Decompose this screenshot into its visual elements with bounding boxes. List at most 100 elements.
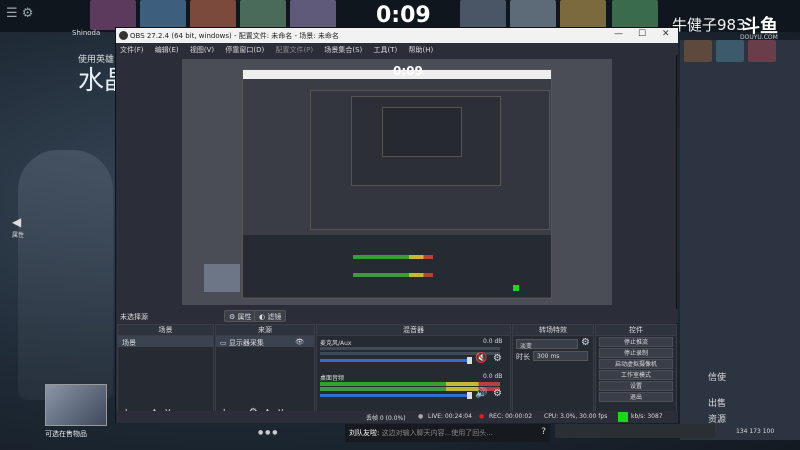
hero-portrait xyxy=(560,0,606,30)
transition-select[interactable]: 淡变 xyxy=(516,339,578,350)
chat-input-bar[interactable]: 刘队友啦: 这边对输入聊天内容...使用了回头... ? xyxy=(345,424,550,442)
nested-preview-2 xyxy=(310,90,550,230)
chat-help-icon[interactable]: ? xyxy=(541,427,546,437)
duration-input[interactable]: 300 ms xyxy=(533,351,588,361)
rec-indicator-icon: ● xyxy=(479,413,485,420)
menu-docks[interactable]: 停靠窗口(D) xyxy=(225,46,264,54)
mic-fader[interactable] xyxy=(320,359,472,362)
cpu-stats: CPU: 3.0%, 30.00 fps xyxy=(544,413,608,420)
mute-icon[interactable]: 🔇 xyxy=(475,353,487,364)
sources-dock: 来源 ▭ 显示器采集 👁 +−⚙∧∨ xyxy=(215,324,315,422)
nested-meter xyxy=(353,255,433,259)
right-panel: 信使 出售 资源 134 173 100 xyxy=(680,40,800,440)
settings-button[interactable]: 设置 xyxy=(599,381,673,391)
live-time: LIVE: 00:24:04 xyxy=(428,413,472,420)
live-indicator-icon: ● xyxy=(418,413,424,420)
virtual-camera-button[interactable]: 启动虚拟摄像机 xyxy=(599,359,673,369)
shinoda-label: Shinoda xyxy=(72,29,101,37)
desktop-fader[interactable] xyxy=(320,394,472,397)
eye-icon[interactable]: 👁 xyxy=(295,338,304,346)
chat-placeholder: 这边对输入聊天内容...使用了回头... xyxy=(381,429,493,437)
pager-dots[interactable]: ● ● ● xyxy=(258,429,278,436)
hero-portrait xyxy=(140,0,186,30)
scenes-title: 场景 xyxy=(118,325,213,336)
sources-title: 来源 xyxy=(216,325,314,336)
nested-green-indicator xyxy=(513,285,519,291)
obs-preview[interactable]: 0:09 xyxy=(182,59,612,305)
nested-preview-3 xyxy=(351,96,501,186)
gear-icon[interactable]: ⚙ xyxy=(493,388,502,399)
controls-dock: 控件 停止推流 停止录制 启动虚拟摄像机 工作室模式 设置 退出 xyxy=(595,324,677,422)
desktop-meter xyxy=(320,387,500,391)
nested-obs-window: 0:09 xyxy=(242,64,552,299)
mic-meter xyxy=(320,352,500,355)
right-label-1: 信使 xyxy=(708,373,727,383)
mic-fader-knob[interactable] xyxy=(467,357,472,364)
obs-logo-icon xyxy=(119,31,128,40)
obs-title: OBS 27.2.4 (64 bit, windows) - 配置文件: 未命名… xyxy=(130,32,339,40)
mic-label: 麦克风/Aux xyxy=(320,340,352,347)
status-bar: 丢帧 0 (0.0%) ● LIVE: 00:24:04 ● REC: 00:0… xyxy=(116,411,678,423)
settings-icon[interactable]: ☰ ⚙ xyxy=(6,6,33,21)
obs-window: OBS 27.2.4 (64 bit, windows) - 配置文件: 未命名… xyxy=(115,27,678,423)
hero-portrait xyxy=(240,0,286,30)
transitions-title: 转场特效 xyxy=(513,325,593,336)
chat-user: 刘队友啦: xyxy=(349,429,380,437)
menu-view[interactable]: 视图(V) xyxy=(190,46,214,54)
menu-edit[interactable]: 编辑(E) xyxy=(155,46,179,54)
right-numbers: 134 173 100 xyxy=(736,428,775,435)
scene-item[interactable]: 场景 xyxy=(118,336,213,347)
menu-file[interactable]: 文件(F) xyxy=(120,46,144,54)
menu-profile[interactable]: 配置文件(P) xyxy=(275,46,313,54)
gear-icon[interactable]: ⚙ xyxy=(581,337,590,348)
mixer-dock: 混音器 麦克风/Aux 0.0 dB 🔇 ⚙ 桌面音频 0.0 dB 🔊 ⚙ xyxy=(316,324,511,422)
hero-preview xyxy=(45,384,107,426)
hero-portrait xyxy=(612,0,658,30)
source-toolbar: 未选择源 ⚙ 属性 ◐ 滤镜 xyxy=(116,309,678,323)
nested-docks xyxy=(243,235,551,297)
studio-mode-button[interactable]: 工作室模式 xyxy=(599,370,673,380)
bitrate: kb/s: 3087 xyxy=(631,413,663,420)
bottom-label: 可选在售物品 xyxy=(45,430,87,438)
nested-clock: 0:09 xyxy=(393,64,423,78)
left-arrow-icon[interactable]: ◀ xyxy=(12,215,21,229)
mixer-title: 混音器 xyxy=(317,325,510,336)
right-label-2: 出售 xyxy=(708,399,727,409)
hero-portrait xyxy=(190,0,236,30)
hero-figure xyxy=(18,150,113,400)
hero-portrait xyxy=(90,0,136,30)
desktop-meter xyxy=(320,382,500,386)
minimize-icon[interactable]: — xyxy=(614,29,623,39)
desktop-audio-db: 0.0 dB xyxy=(483,373,503,380)
maximize-icon[interactable]: ☐ xyxy=(638,29,646,39)
rec-time: REC: 00:00:02 xyxy=(489,413,533,420)
menu-tools[interactable]: 工具(T) xyxy=(374,46,398,54)
mic-db: 0.0 dB xyxy=(483,338,503,345)
controls-title: 控件 xyxy=(596,325,676,336)
exit-button[interactable]: 退出 xyxy=(599,392,673,402)
desktop-audio-label: 桌面音频 xyxy=(320,375,345,382)
duration-label: 时长 xyxy=(516,353,530,361)
filters-button[interactable]: ◐ 滤镜 xyxy=(254,310,287,322)
preview-hero-thumb xyxy=(204,264,240,292)
dropped-frames: 丢帧 0 (0.0%) xyxy=(366,415,406,422)
desktop-fader-knob[interactable] xyxy=(467,392,472,399)
close-icon[interactable]: ✕ xyxy=(662,29,670,39)
stop-recording-button[interactable]: 停止录制 xyxy=(599,348,673,358)
monitor-icon: ▭ xyxy=(220,339,229,347)
gear-icon[interactable]: ⚙ xyxy=(493,353,502,364)
source-item[interactable]: ▭ 显示器采集 👁 xyxy=(216,336,314,347)
hero-portrait xyxy=(510,0,556,30)
stop-streaming-button[interactable]: 停止推流 xyxy=(599,337,673,347)
mic-meter xyxy=(320,347,500,350)
obs-title-bar: OBS 27.2.4 (64 bit, windows) - 配置文件: 未命名… xyxy=(116,28,678,43)
obs-menu-bar: 文件(F) 编辑(E) 视图(V) 停靠窗口(D) 配置文件(P) 场景集合(S… xyxy=(116,43,678,55)
scenes-dock: 场景 场景 +−∧∨ xyxy=(117,324,214,422)
menu-scene-collection[interactable]: 场景集合(S) xyxy=(324,46,362,54)
volume-icon[interactable]: 🔊 xyxy=(475,388,487,399)
nested-meter xyxy=(353,273,433,277)
streamer-name: 牛健子983 xyxy=(672,16,746,34)
stream-health-indicator xyxy=(618,412,628,422)
properties-button[interactable]: ⚙ 属性 xyxy=(224,310,257,322)
menu-help[interactable]: 帮助(H) xyxy=(409,46,434,54)
